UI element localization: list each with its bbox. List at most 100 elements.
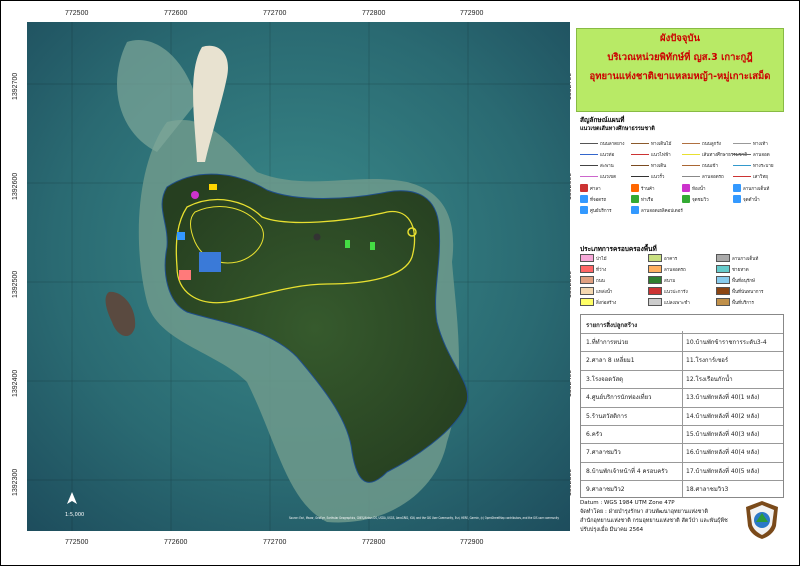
landuse-swatch xyxy=(648,265,662,273)
legend-symbol-label: ที่จอดรถ xyxy=(590,197,607,203)
landuse-swatch xyxy=(648,276,662,284)
building-list-item: 14.บ้านพักหลังที่ 40(2 หลัง) xyxy=(686,412,760,420)
legend-symbol: ถนนลาดยาง xyxy=(580,140,624,147)
legend-symbol-label: แนวไฟฟ้า xyxy=(651,153,671,158)
symbol-icon xyxy=(733,195,741,203)
trail-title: แนวเขตเส้นทางศึกษาธรรมชาติ xyxy=(580,126,655,132)
row-divider xyxy=(581,406,783,408)
legend-symbol: ถนนลูกรัง xyxy=(682,140,721,147)
symbol-icon xyxy=(682,195,690,203)
title-line-3: อุทยานแห่งชาติเขาแหลมหญ้า-หมู่เกาะเสม็ด xyxy=(589,71,771,82)
building-list-item: 1.ที่ทำการหน่วย xyxy=(586,339,629,346)
landuse-title: ประเภทการครอบครองพื้นที่ xyxy=(580,245,657,253)
building-list-item: 16.บ้านพักหลังที่ 40(4 หลัง) xyxy=(686,449,760,457)
x-tick-label: 772900 xyxy=(460,10,484,17)
row-divider xyxy=(581,333,783,334)
building-list-item: 17.บ้านพักหลังที่ 40(5 หลัง) xyxy=(686,467,760,475)
y-tick-label: 1392400 xyxy=(12,369,19,397)
legend-symbol: แนวไฟฟ้า xyxy=(631,151,671,158)
landuse-swatch xyxy=(580,254,594,262)
x-tick-label: 772900 xyxy=(460,539,484,546)
row-divider xyxy=(581,369,783,371)
symbol-icon xyxy=(580,206,588,214)
landuse-label: ที่ว่าง xyxy=(596,267,607,273)
line-swatch xyxy=(580,176,598,177)
line-swatch xyxy=(682,165,700,166)
building-list-item: 8.บ้านพักเจ้าหน้าที่ 4 ครอบครัว xyxy=(586,467,668,475)
legend-symbol: ที่จอดรถ xyxy=(580,195,606,203)
legend-symbol: ถนนเข้า xyxy=(682,162,718,169)
line-swatch xyxy=(631,154,649,155)
y-tick-label: 1392700 xyxy=(12,72,19,100)
line-swatch xyxy=(631,176,649,177)
building-list-item: 9.ศาลาชมวิว2 xyxy=(586,486,625,494)
building-marker[interactable] xyxy=(345,240,350,248)
x-tick-label: 772500 xyxy=(65,10,89,17)
legend-symbol: จุดดำน้ำ xyxy=(733,195,760,203)
landuse-label: แปลงเพาะชำ xyxy=(664,300,690,306)
row-divider xyxy=(581,351,783,353)
legend-symbol: ทางระบาย xyxy=(733,162,774,169)
landuse-label: ลานจอดรถ xyxy=(664,267,686,273)
building-marker[interactable] xyxy=(209,184,217,190)
line-swatch xyxy=(631,143,649,144)
legend-symbol-label: แนวรั้ว xyxy=(651,175,665,180)
legend-symbol: ลานจอด xyxy=(733,151,770,158)
landuse-item: ป่าไม้ xyxy=(580,254,607,262)
legend-symbol: ศาลา xyxy=(580,184,601,192)
legend-symbol-label: ถนนลาดยาง xyxy=(600,142,625,147)
legend-symbol: แนวเขต xyxy=(580,173,616,180)
building-list-item: 12.โรงเรือนกักน้ำ xyxy=(686,375,733,383)
camping-zone xyxy=(179,270,191,280)
line-swatch xyxy=(733,176,751,177)
landuse-item: พื้นที่อนุรักษ์ xyxy=(716,276,755,284)
x-tick-label: 772800 xyxy=(362,10,386,17)
landuse-item: อาคาร xyxy=(648,254,677,262)
landuse-item: ชายหาด xyxy=(716,265,749,273)
legend-symbol-label: ลานจอดรถ xyxy=(702,175,724,180)
map-scale-text: 1:5,000 xyxy=(65,512,84,518)
landuse-label: อาคาร xyxy=(664,256,678,262)
legend-symbol-label: แนวเขต xyxy=(600,175,617,180)
landuse-swatch xyxy=(580,276,594,284)
x-tick-label: 772800 xyxy=(362,539,386,546)
landuse-swatch xyxy=(716,298,730,306)
building-list-item: 10.บ้านพักข้าราชการระดับ3-4 xyxy=(686,339,767,346)
title-box: ผังปัจจุบัน บริเวณหน่วยพิทักษ์ที่ ญส.3 เ… xyxy=(576,28,784,112)
building-list: รายการสิ่งปลูกสร้าง 1.ที่ทำการหน่วย 2.ศาล… xyxy=(580,314,784,498)
x-tick-label: 772600 xyxy=(164,539,188,546)
legend-symbol: ทางเท้า xyxy=(733,140,768,147)
legend-symbol: จุดชมวิว xyxy=(682,195,709,203)
x-tick-label: 772600 xyxy=(164,10,188,17)
line-swatch xyxy=(580,165,598,166)
building-list-item: 2.ศาลา 8 เหลี่ยม1 xyxy=(586,357,635,365)
satellite-map[interactable]: 1:5,000 Source: Esri, Maxar, GeoEye, Ear… xyxy=(27,22,570,531)
legend-symbol-label: ศูนย์บริการ xyxy=(590,208,612,214)
legend-symbol: ทางเดิน xyxy=(631,162,666,169)
landuse-swatch xyxy=(580,287,594,295)
legend-symbol-label: ทางระบาย xyxy=(753,164,774,169)
building-marker[interactable] xyxy=(370,242,375,250)
legend-symbol-label: ศาลา xyxy=(590,186,601,192)
building-list-item: 18.ศาลาชมวิว3 xyxy=(686,486,729,494)
landuse-label: ถนน xyxy=(596,278,605,284)
service-center-icon[interactable] xyxy=(177,232,185,240)
symbol-icon xyxy=(631,206,639,214)
building-list-item: 6.ครัว xyxy=(586,431,603,438)
line-swatch xyxy=(580,143,598,144)
made-by-text: จัดทำโดย : ฝ่ายบำรุงรักษา ส่วนพัฒนาอุทยา… xyxy=(580,509,709,515)
row-divider xyxy=(581,461,783,463)
line-swatch xyxy=(682,143,700,144)
legend-symbol: ท่าเรือ xyxy=(631,195,653,203)
toilet-icon[interactable] xyxy=(191,191,199,199)
landuse-item: พื้นที่นันทนาการ xyxy=(716,287,763,295)
park-logo xyxy=(746,501,778,539)
viewpoint-icon[interactable] xyxy=(313,233,321,241)
y-tick-label: 1392300 xyxy=(12,468,19,496)
symbol-icon xyxy=(733,184,741,192)
line-swatch xyxy=(733,154,751,155)
legend-symbol-label: จุดดำน้ำ xyxy=(743,197,760,203)
landuse-label: แหล่งน้ำ xyxy=(596,289,613,295)
symbol-icon xyxy=(682,184,690,192)
landuse-label: พื้นที่บริการ xyxy=(732,300,754,306)
